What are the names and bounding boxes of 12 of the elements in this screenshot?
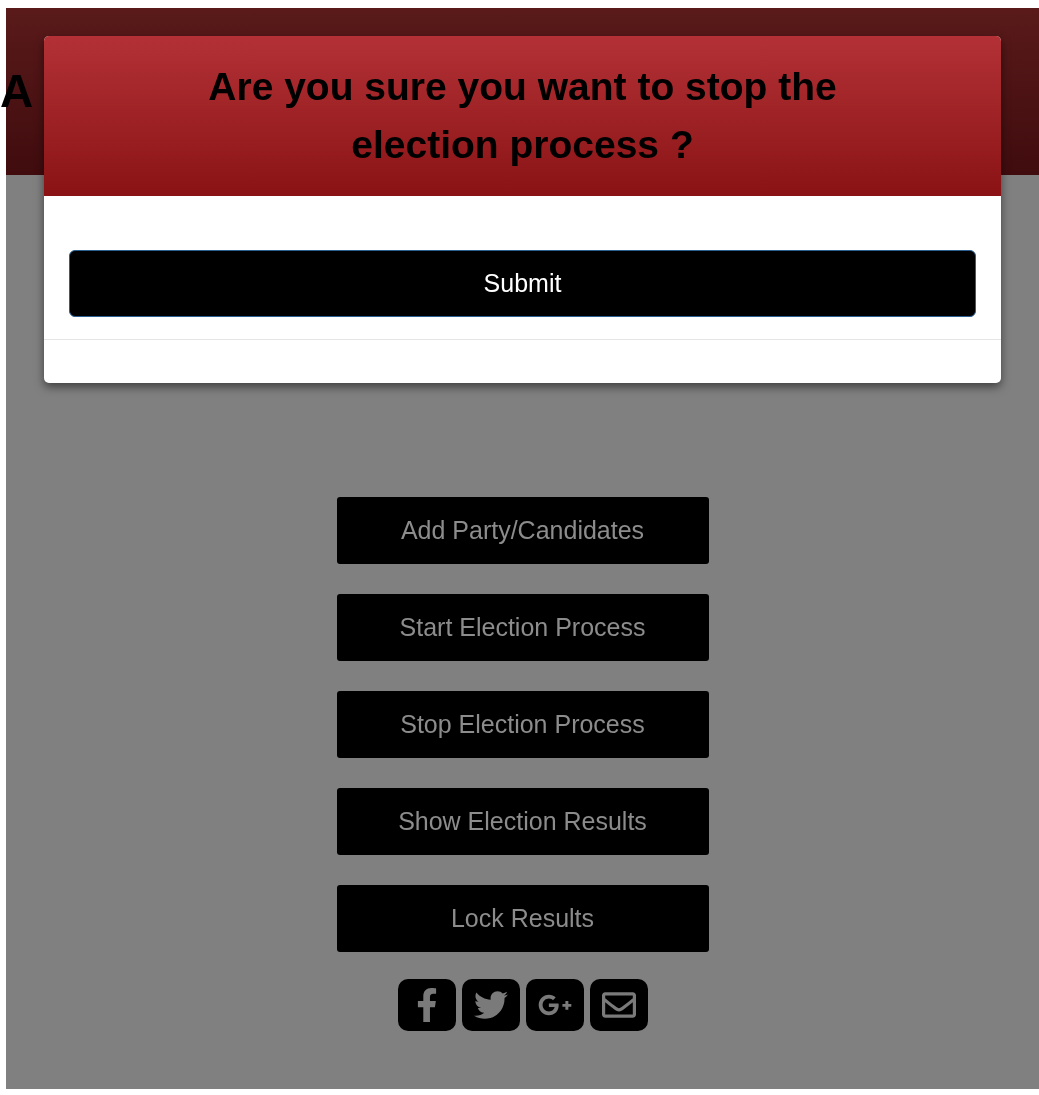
submit-button[interactable]: Submit xyxy=(69,250,976,317)
action-button[interactable]: Start Election Process xyxy=(336,594,709,661)
dialog-title: Are you sure you want to stop the election process ? xyxy=(207,64,838,168)
action-button[interactable]: Show Election Results xyxy=(336,788,709,855)
share-link[interactable] xyxy=(397,979,456,1031)
share-link[interactable] xyxy=(525,979,584,1031)
action-button[interactable]: Stop Election Process xyxy=(336,691,709,758)
action-button[interactable]: Add Party/Candidates xyxy=(336,497,709,564)
share-link[interactable] xyxy=(461,979,520,1031)
action-button[interactable]: Lock Results xyxy=(336,885,709,952)
share-link[interactable] xyxy=(589,979,648,1031)
bird-icon xyxy=(473,988,508,1022)
